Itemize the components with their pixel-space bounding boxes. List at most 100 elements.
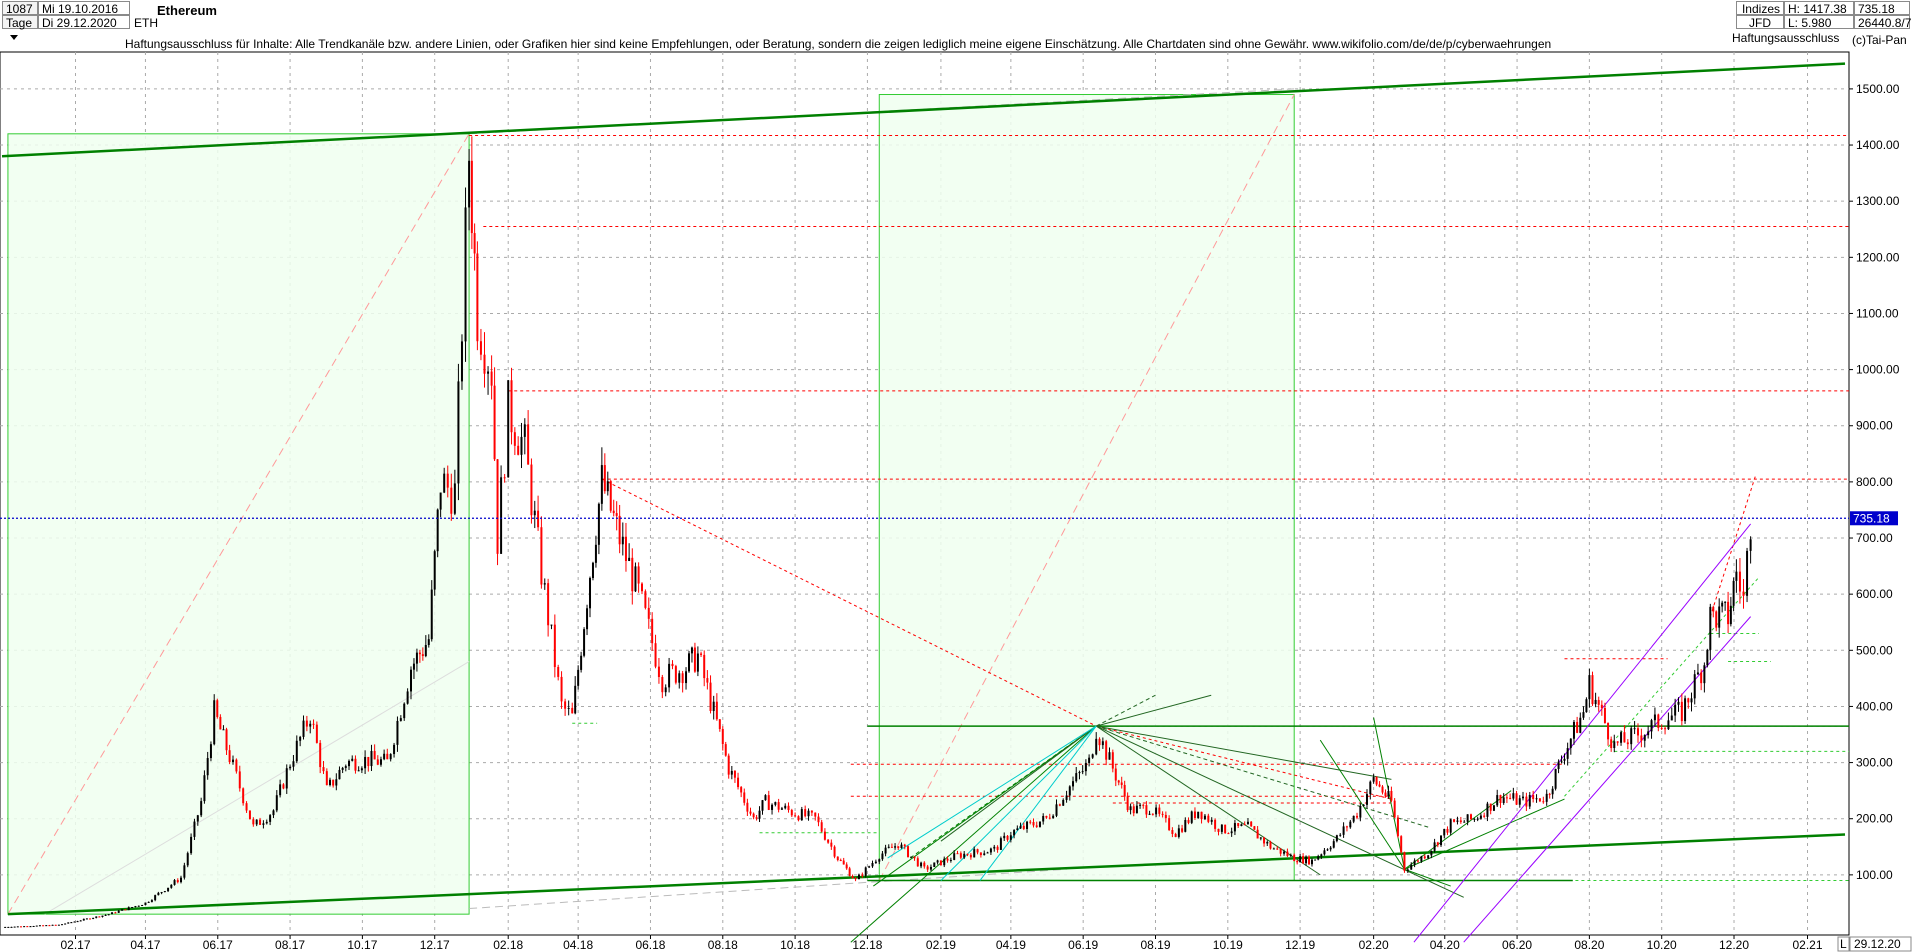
y-tick-label: 900.00 bbox=[1856, 419, 1893, 433]
candle-body bbox=[923, 862, 926, 867]
y-tick-label: 300.00 bbox=[1856, 756, 1893, 770]
candle-body bbox=[460, 341, 463, 382]
y-tick-label: 500.00 bbox=[1856, 643, 1893, 657]
chart-area[interactable]: 02.17 04.17 06.17 08.17 10.17 12.17 02.18 04.18… bbox=[0, 0, 1912, 952]
y-tick-label: 600.00 bbox=[1856, 587, 1893, 601]
candle-body bbox=[641, 583, 644, 592]
candle-body bbox=[354, 758, 357, 771]
candle-body bbox=[1155, 807, 1158, 815]
x-tick-label: 02.19 bbox=[926, 938, 956, 952]
candle-body bbox=[1680, 701, 1683, 722]
candle-body bbox=[1026, 821, 1029, 829]
candle-body bbox=[1633, 728, 1636, 730]
candle-body bbox=[854, 878, 857, 880]
candle-body bbox=[1305, 856, 1308, 864]
candle-body bbox=[127, 907, 130, 911]
candle-body bbox=[10, 926, 13, 928]
candle-body bbox=[1253, 826, 1256, 830]
candle-body bbox=[1505, 797, 1508, 799]
candle-body bbox=[1696, 672, 1699, 675]
candle-body bbox=[26, 926, 29, 928]
candle-body bbox=[550, 624, 553, 626]
candle-body bbox=[1597, 699, 1600, 705]
footer-end-date: 29.12.20 bbox=[1854, 937, 1901, 951]
candle-body bbox=[771, 804, 774, 810]
candle-body bbox=[141, 905, 144, 907]
candle-body bbox=[897, 846, 900, 849]
candle-body bbox=[871, 862, 874, 867]
candle-body bbox=[403, 703, 406, 719]
candle-body bbox=[1352, 815, 1355, 822]
candle-body bbox=[1532, 794, 1535, 799]
candle-body bbox=[1078, 772, 1081, 774]
candle-body bbox=[1233, 823, 1236, 832]
candle-body bbox=[777, 802, 780, 810]
candle-body bbox=[603, 465, 606, 492]
candle-body bbox=[936, 860, 939, 863]
candle-body bbox=[1062, 799, 1065, 806]
candle-body bbox=[13, 926, 16, 928]
candle-body bbox=[335, 779, 338, 786]
candle-body bbox=[228, 750, 231, 763]
x-tick-label: 08.17 bbox=[275, 938, 305, 952]
candle-body bbox=[487, 371, 490, 374]
candle-body bbox=[946, 858, 949, 861]
candle-body bbox=[615, 513, 618, 516]
candle-body bbox=[453, 483, 456, 514]
candle-body bbox=[1256, 829, 1259, 839]
y-tick-label: 1000.00 bbox=[1856, 363, 1900, 377]
candle-body bbox=[1035, 825, 1038, 827]
candle-body bbox=[1263, 837, 1266, 844]
candle-body bbox=[557, 667, 560, 677]
candle-body bbox=[1359, 806, 1362, 818]
x-tick-label: 04.18 bbox=[563, 938, 593, 952]
candle-body bbox=[743, 792, 746, 803]
candle-body bbox=[73, 921, 76, 923]
candle-body bbox=[285, 768, 288, 789]
candle-body bbox=[1433, 842, 1436, 851]
candle-body bbox=[540, 527, 543, 585]
candle-body bbox=[926, 866, 929, 870]
x-tick-label: 10.19 bbox=[1213, 938, 1243, 952]
candle-body bbox=[344, 766, 347, 768]
candle-body bbox=[1560, 760, 1563, 762]
candle-body bbox=[319, 742, 322, 768]
candle-body bbox=[543, 583, 546, 585]
candle-body bbox=[864, 867, 867, 876]
candle-body bbox=[718, 719, 721, 730]
candle-body bbox=[107, 914, 110, 916]
candle-body bbox=[1600, 704, 1603, 708]
candle-body bbox=[969, 854, 972, 858]
candle-body bbox=[446, 473, 449, 488]
x-tick-label: 02.17 bbox=[60, 938, 90, 952]
candle-body bbox=[1674, 704, 1677, 716]
candle-body bbox=[1266, 842, 1269, 844]
candle-body bbox=[1727, 601, 1730, 625]
y-tick-label: 1100.00 bbox=[1856, 306, 1899, 320]
candle-body bbox=[1317, 856, 1320, 860]
candle-body bbox=[1139, 804, 1142, 806]
candle-body bbox=[1091, 754, 1094, 758]
candle-body bbox=[160, 892, 163, 894]
candle-body bbox=[1259, 837, 1262, 839]
candle-body bbox=[868, 866, 871, 868]
y-tick-label: 400.00 bbox=[1856, 699, 1893, 713]
candle-body bbox=[1667, 720, 1670, 730]
candle-body bbox=[654, 643, 657, 667]
candle-body bbox=[295, 740, 298, 762]
candle-body bbox=[92, 917, 95, 919]
candle-body bbox=[651, 618, 654, 644]
candle-body bbox=[790, 810, 793, 816]
candle-body bbox=[79, 920, 82, 922]
candle-body bbox=[949, 859, 952, 861]
candle-body bbox=[1362, 804, 1365, 807]
candle-body bbox=[1310, 859, 1313, 865]
candle-body bbox=[586, 608, 589, 630]
candle-body bbox=[810, 810, 813, 813]
candle-body bbox=[351, 758, 354, 761]
x-tick-label: 06.20 bbox=[1502, 938, 1532, 952]
candle-body bbox=[473, 233, 476, 254]
candle-body bbox=[976, 849, 979, 853]
candle-body bbox=[1473, 818, 1476, 820]
candle-body bbox=[386, 753, 389, 760]
